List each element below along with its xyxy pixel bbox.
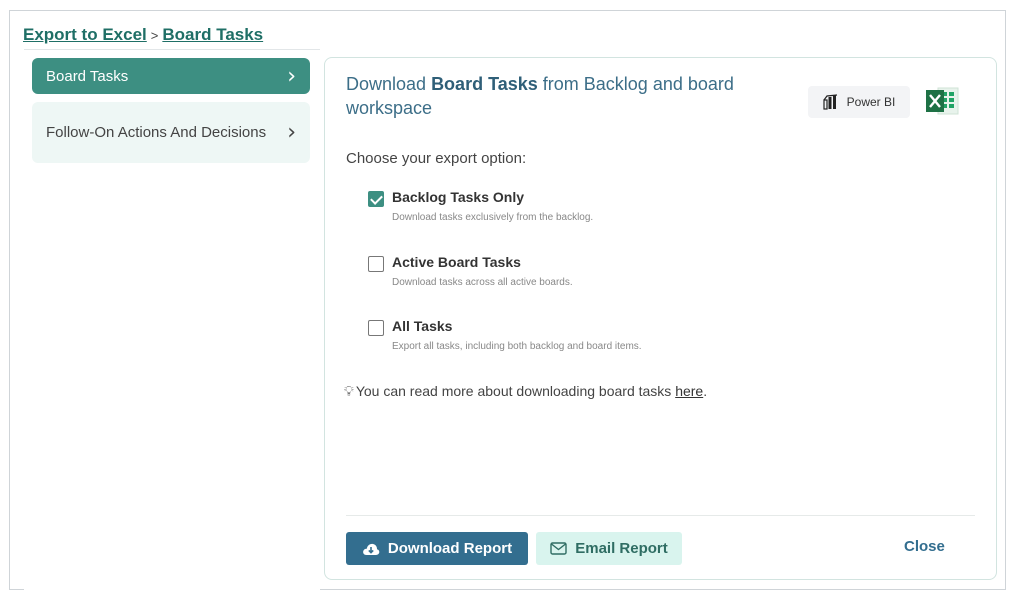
chevron-right-icon: › bbox=[287, 63, 296, 89]
sidebar-item-label: Follow-On Actions And Decisions bbox=[46, 123, 267, 141]
page-title: Download Board Tasks from Backlog and bo… bbox=[346, 72, 786, 120]
sidebar-item-board-tasks[interactable]: Board Tasks › bbox=[32, 58, 310, 94]
backlog-tasks-checkbox[interactable] bbox=[368, 191, 384, 207]
option-description: Download tasks exclusively from the back… bbox=[392, 212, 594, 223]
option-title: Active Board Tasks bbox=[392, 254, 521, 270]
powerbi-label: Power BI bbox=[846, 95, 896, 109]
tip-text: You can read more about downloading boar… bbox=[355, 383, 676, 399]
cloud-download-icon bbox=[363, 543, 380, 555]
heading-prefix: Download bbox=[346, 74, 432, 94]
email-report-label: Email Report bbox=[575, 540, 668, 557]
help-tip: 💡︎ You can read more about downloading bo… bbox=[344, 383, 707, 400]
sidebar-item-follow-on-actions[interactable]: Follow-On Actions And Decisions › bbox=[32, 102, 310, 163]
breadcrumb-separator: > bbox=[150, 28, 159, 43]
help-link[interactable]: here bbox=[675, 383, 703, 399]
download-report-button[interactable]: Download Report bbox=[346, 532, 528, 565]
breadcrumb: Export to Excel > Board Tasks bbox=[23, 25, 263, 45]
footer-divider bbox=[346, 515, 975, 516]
option-title: All Tasks bbox=[392, 318, 453, 334]
sidebar-item-label: Board Tasks bbox=[46, 67, 129, 85]
heading-bold: Board Tasks bbox=[431, 74, 538, 94]
powerbi-icon bbox=[823, 94, 837, 110]
all-tasks-checkbox[interactable] bbox=[368, 320, 384, 336]
download-report-label: Download Report bbox=[387, 540, 513, 557]
option-description: Download tasks across all active boards. bbox=[392, 277, 573, 288]
excel-icon[interactable] bbox=[924, 84, 960, 118]
powerbi-button[interactable]: Power BI bbox=[808, 86, 910, 118]
tip-end: . bbox=[703, 383, 708, 399]
choose-export-label: Choose your export option: bbox=[346, 150, 527, 167]
breadcrumb-export-to-excel-link[interactable]: Export to Excel bbox=[23, 25, 147, 44]
email-report-button[interactable]: Email Report bbox=[536, 532, 682, 565]
active-board-tasks-checkbox[interactable] bbox=[368, 256, 384, 272]
envelope-icon bbox=[550, 542, 567, 555]
option-description: Export all tasks, including both backlog… bbox=[392, 341, 642, 352]
excel-logo-icon bbox=[926, 87, 959, 115]
close-button[interactable]: Close bbox=[904, 538, 945, 555]
breadcrumb-board-tasks-link[interactable]: Board Tasks bbox=[162, 25, 263, 44]
option-title: Backlog Tasks Only bbox=[392, 189, 525, 205]
lightbulb-icon: 💡︎ bbox=[344, 383, 354, 399]
chevron-right-icon: › bbox=[287, 119, 296, 145]
